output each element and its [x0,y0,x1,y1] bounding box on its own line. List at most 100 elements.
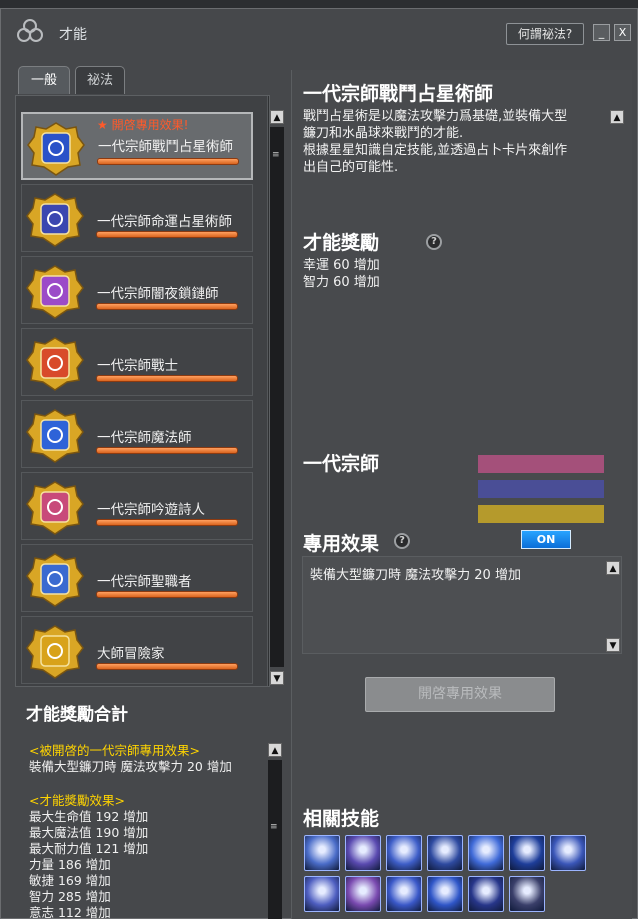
special-effect-tag: ★ 開啓專用效果! [97,118,189,132]
bonus-line: 最大生命值 192 增加 [29,809,149,824]
reward-title: 才能獎勵 [303,232,380,254]
bonus-line: 智力 285 增加 [29,889,111,904]
open-special-effect-button[interactable]: 開啓專用效果 [365,677,555,712]
special-effect-box: 裝備大型鐮刀時 魔法攻擊力 20 增加 [302,556,622,654]
talent-name: 一代宗師闇夜鎖鏈師 [97,286,219,302]
hexagram-icon [25,408,85,464]
statue-icon[interactable] [509,876,545,912]
description-line: 戰鬥占星術是以魔法攻擊力爲基礎,並裝備大型 [303,109,568,124]
talent-progress-bar [96,375,238,382]
talent-name: 一代宗師吟遊詩人 [97,502,205,518]
talent-progress-bar [96,447,238,454]
effect-scroll-down-button[interactable]: ▼ [606,638,620,652]
window-title: 才能 [59,27,87,43]
bonus-line: 意志 112 增加 [29,905,111,919]
talent-card[interactable]: 一代宗師戰士 [21,328,253,396]
reward-line: 幸運 60 增加 [303,258,380,273]
sword-icon [25,336,85,392]
scroll-grip-icon: ≡ [272,150,280,160]
scythe-orb-icon [26,121,86,177]
detail-title: 一代宗師戰鬥占星術師 [303,83,494,105]
radiant-star-icon[interactable] [386,876,422,912]
summary-scroll-grip-icon: ≡ [270,822,278,832]
talent-name: 一代宗師命運占星術師 [97,214,232,230]
talent-card[interactable]: 一代宗師吟遊詩人 [21,472,253,540]
special-effect-title: 專用效果 [303,533,380,555]
vortex-icon[interactable] [468,835,504,871]
talent-progress-bar [96,663,238,670]
sparkle-star-icon[interactable] [345,876,381,912]
scythe-slash-icon[interactable] [304,835,340,871]
close-button[interactable]: X [614,24,631,41]
special-effect-label: <被開啓的一代宗師專用效果> [29,743,200,758]
talent-progress-bar [97,158,239,165]
bonus-effect-label: <才能獎勵效果> [29,793,125,808]
tab-mystic[interactable]: 祕法 [75,66,125,94]
reward-list: 幸運 60 增加 智力 60 增加 [303,257,380,291]
description-scroll-up-button[interactable]: ▲ [610,110,624,124]
scroll-thumb[interactable] [270,127,284,667]
talent-card[interactable]: 一代宗師魔法師 [21,400,253,468]
title-bar[interactable]: 才能 何謂祕法? _ X [1,9,638,55]
description-line: 出自己的可能性. [303,160,399,175]
special-effect-help-icon[interactable]: ? [394,533,410,549]
tarot-cards-icon [25,192,85,248]
planet-rings-icon[interactable] [304,876,340,912]
sunrise-icon[interactable] [345,835,381,871]
talent-list: ★ 開啓專用效果! 一代宗師戰鬥占星術師 一代宗師命運占星術師 一代宗師闇夜鎖鏈師 一代… [15,95,270,687]
related-skills-title: 相關技能 [303,808,380,830]
minimize-button[interactable]: _ [593,24,610,41]
lute-icon [25,480,85,536]
talent-card[interactable]: 一代宗師命運占星術師 [21,184,253,252]
summary-scroll-thumb[interactable] [268,760,282,919]
star-burst-icon[interactable] [550,835,586,871]
talent-card[interactable]: ★ 開啓專用效果! 一代宗師戰鬥占星術師 [21,112,253,180]
tarot-card-icon[interactable] [468,876,504,912]
tab-general[interactable]: 一般 [18,66,70,94]
celtic-knot-icon [17,19,43,42]
summary-scroll-up-button[interactable]: ▲ [268,743,282,757]
talent-progress-bar [96,519,238,526]
talent-name: 一代宗師戰鬥占星術師 [98,139,233,155]
talent-name: 大師冒險家 [97,646,165,662]
zodiac-circle-icon[interactable] [427,876,463,912]
light-pillars-icon[interactable] [509,835,545,871]
crossed-scythes-icon[interactable] [427,835,463,871]
summary-box: <被開啓的一代宗師專用效果> 裝備大型鐮刀時 魔法攻擊力 20 增加 <才能獎勵… [15,732,285,919]
background-game-ui [0,0,638,8]
grandmaster-bar-3 [478,505,604,523]
special-effect-text: 裝備大型鐮刀時 魔法攻擊力 20 增加 [310,568,521,583]
chain-icon [25,264,85,320]
talent-progress-bar [96,303,238,310]
detail-description: 戰鬥占星術是以魔法攻擊力爲基礎,並裝備大型 鐮刀和水晶球來戰鬥的才能. 根據星星… [303,108,623,176]
talent-name: 一代宗師戰士 [97,358,178,374]
description-line: 根據星星知識自定技能,並透過占卜卡片來創作 [303,143,568,158]
special-effect-line: 裝備大型鐮刀時 魔法攻擊力 20 增加 [29,759,232,774]
bonus-line: 最大魔法值 190 增加 [29,825,149,840]
scroll-up-button[interactable]: ▲ [270,110,284,124]
grandmaster-bar-2 [478,480,604,498]
talent-name: 一代宗師魔法師 [97,430,192,446]
bonus-line: 最大耐力值 121 增加 [29,841,149,856]
effect-scroll-up-button[interactable]: ▲ [606,561,620,575]
talent-progress-bar [96,591,238,598]
talent-name: 一代宗師聖職者 [97,574,192,590]
crescent-slash-icon[interactable] [386,835,422,871]
talent-progress-bar [96,231,238,238]
talent-card[interactable]: 一代宗師聖職者 [21,544,253,612]
talent-card[interactable]: 大師冒險家 [21,616,253,684]
grandmaster-bar-1 [478,455,604,473]
description-line: 鐮刀和水晶球來戰鬥的才能. [303,126,464,141]
summary-title: 才能獎勵合計 [26,705,128,725]
bonus-line: 力量 186 增加 [29,857,111,872]
scroll-down-button[interactable]: ▼ [270,671,284,685]
bonus-line: 敏捷 169 增加 [29,873,111,888]
winged-heart-icon [25,552,85,608]
grandmaster-title: 一代宗師 [303,453,380,475]
reward-help-icon[interactable]: ? [426,234,442,250]
reward-line: 智力 60 增加 [303,275,380,290]
compass-icon [25,624,85,680]
special-effect-toggle[interactable]: ON [521,530,571,549]
talent-card[interactable]: 一代宗師闇夜鎖鏈師 [21,256,253,324]
help-button[interactable]: 何謂祕法? [506,23,584,45]
